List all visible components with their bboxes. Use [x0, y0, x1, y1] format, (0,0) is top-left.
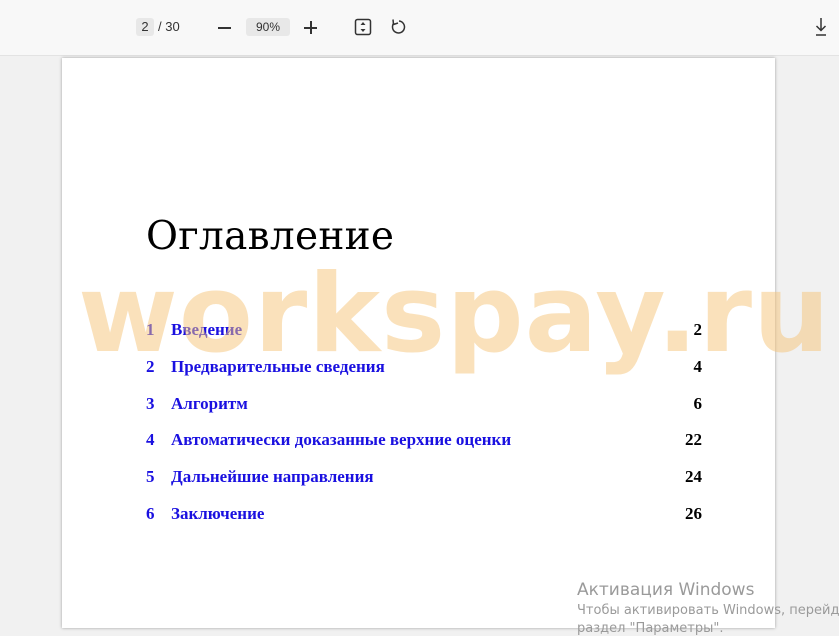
toc-number: 1: [146, 320, 155, 339]
toc-entry[interactable]: 3 Алгоритм 6: [146, 394, 702, 416]
toc-entry[interactable]: 6 Заключение 26: [146, 504, 702, 526]
toc-number: 2: [146, 357, 155, 376]
toc-page-number: 6: [693, 394, 703, 413]
toc-number: 4: [146, 430, 155, 449]
toc-entry[interactable]: 4 Автоматически доказанные верхние оценк…: [146, 430, 702, 452]
rotate-icon[interactable]: [390, 18, 408, 36]
page-title: Оглавление: [146, 214, 395, 259]
download-icon[interactable]: [812, 16, 830, 38]
toc-link[interactable]: Заключение: [171, 504, 264, 524]
toc-link[interactable]: Алгоритм: [171, 394, 248, 414]
toc-entry[interactable]: 1 Введение 2: [146, 320, 702, 342]
toc-link[interactable]: Дальнейшие направления: [171, 467, 374, 487]
page-total: / 30: [158, 19, 180, 34]
toc-number: 3: [146, 394, 155, 413]
toc-number: 6: [146, 504, 155, 523]
toc-link[interactable]: Автоматически доказанные верхние оценки: [171, 430, 511, 450]
zoom-in-icon[interactable]: [302, 14, 320, 40]
document-viewer[interactable]: Оглавление 1 Введение 2 2 Предварительны…: [0, 56, 839, 636]
toc-number: 5: [146, 467, 155, 486]
pdf-page: Оглавление 1 Введение 2 2 Предварительны…: [62, 58, 775, 628]
toc-page-number: 4: [693, 357, 703, 376]
toc-link[interactable]: Предварительные сведения: [171, 357, 385, 377]
toc-entry[interactable]: 5 Дальнейшие направления 24: [146, 467, 702, 489]
pdf-toolbar: 2 / 30 90%: [0, 0, 839, 56]
toc-page-number: 22: [685, 430, 702, 449]
toc-page-number: 24: [685, 467, 702, 486]
zoom-out-icon[interactable]: [216, 14, 234, 40]
zoom-level-input[interactable]: 90%: [246, 18, 290, 36]
fit-page-icon[interactable]: [354, 18, 372, 36]
toc-entry[interactable]: 2 Предварительные сведения 4: [146, 357, 702, 379]
toc-page-number: 26: [685, 504, 702, 523]
toc-link[interactable]: Введение: [171, 320, 242, 340]
current-page-input[interactable]: 2: [136, 18, 154, 36]
toc-page-number: 2: [693, 320, 703, 339]
